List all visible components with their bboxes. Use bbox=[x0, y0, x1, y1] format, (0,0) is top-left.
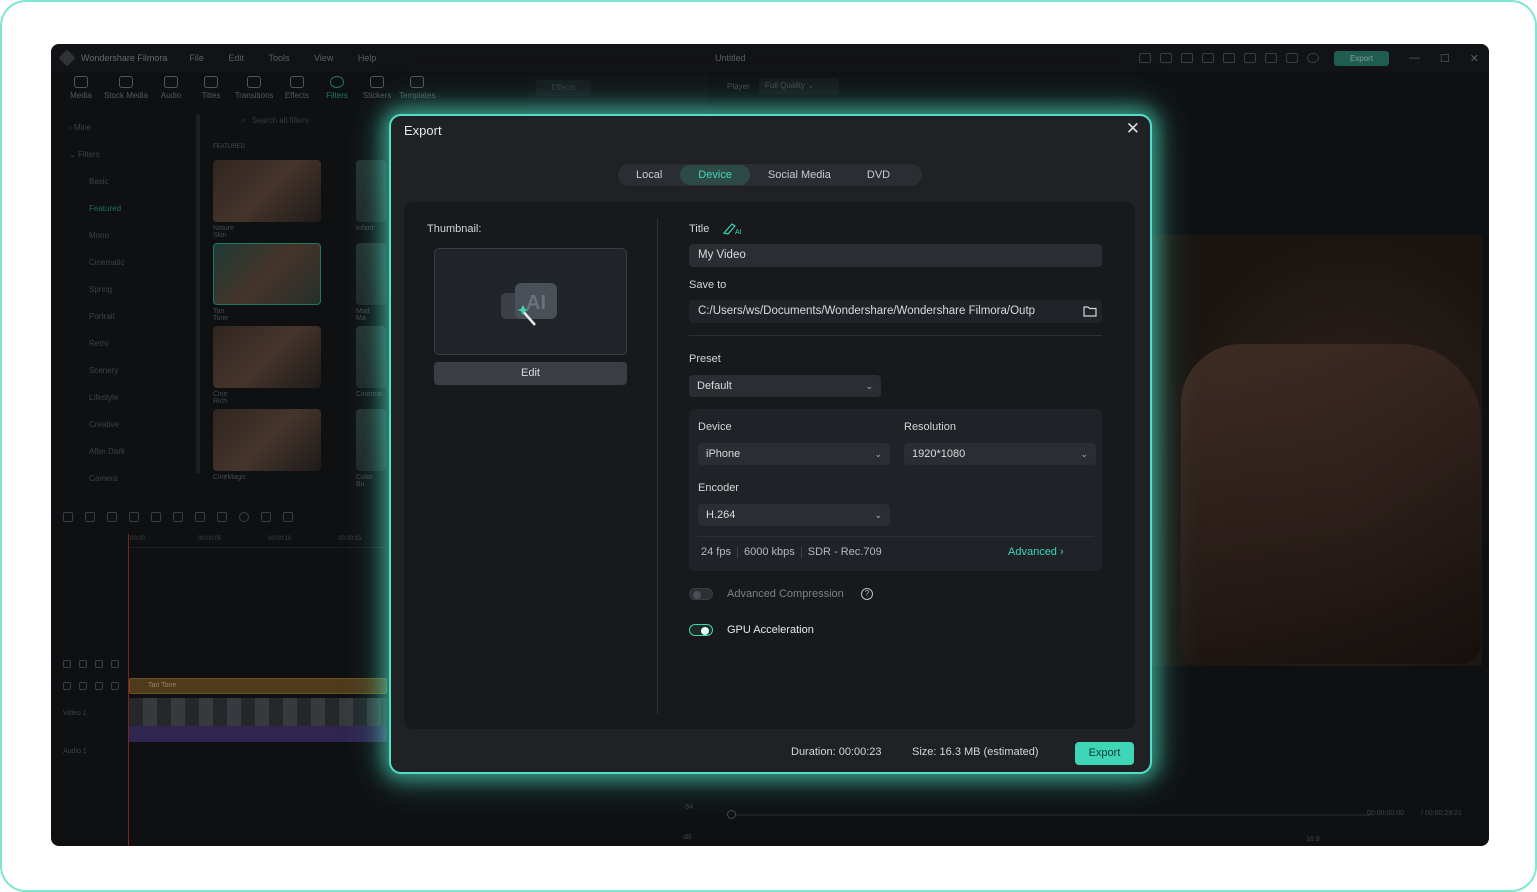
preset-select[interactable]: Default ⌄ bbox=[689, 375, 881, 397]
gpu-acceleration-toggle[interactable] bbox=[689, 624, 713, 636]
save-to-label: Save to bbox=[689, 279, 727, 291]
advanced-compression-label: Advanced Compression bbox=[727, 588, 844, 600]
specs-divider bbox=[697, 536, 1094, 537]
tab-local[interactable]: Local bbox=[618, 165, 680, 185]
chevron-down-icon: ⌄ bbox=[865, 381, 873, 391]
dialog-title: Export bbox=[404, 123, 442, 138]
color-space-value: SDR - Rec.709 bbox=[807, 546, 882, 558]
thumbnail-preview[interactable]: AI bbox=[434, 248, 627, 355]
tab-dvd[interactable]: DVD bbox=[849, 165, 908, 185]
resolution-select[interactable]: 1920*1080 ⌄ bbox=[904, 443, 1096, 465]
save-path-input[interactable]: C:/Users/ws/Documents/Wondershare/Wonder… bbox=[689, 300, 1102, 323]
duration-info: Duration: 00:00:23 bbox=[791, 746, 882, 758]
title-label: Title bbox=[689, 223, 710, 235]
device-select[interactable]: iPhone ⌄ bbox=[698, 443, 890, 465]
advanced-settings-link[interactable]: Advanced › bbox=[1008, 546, 1064, 558]
edit-thumbnail-button[interactable]: Edit bbox=[434, 362, 627, 385]
close-icon[interactable]: ✕ bbox=[1126, 119, 1140, 139]
tab-device[interactable]: Device bbox=[680, 165, 750, 185]
svg-text:AI: AI bbox=[735, 229, 742, 235]
device-label: Device bbox=[698, 421, 732, 433]
chevron-down-icon: ⌄ bbox=[874, 510, 882, 520]
export-tabs: Local Device Social Media DVD bbox=[618, 164, 922, 186]
fps-value: 24 fps bbox=[701, 546, 731, 558]
svg-text:AI: AI bbox=[526, 292, 546, 314]
folder-icon[interactable] bbox=[1083, 305, 1097, 317]
size-info: Size: 16.3 MB (estimated) bbox=[912, 746, 1039, 758]
tab-social-media[interactable]: Social Media bbox=[750, 165, 849, 185]
bitrate-value: 6000 kbps bbox=[743, 546, 795, 558]
section-divider bbox=[689, 335, 1102, 336]
device-settings-box: Device iPhone ⌄ Resolution 1920*1080 ⌄ E… bbox=[689, 409, 1102, 571]
encoder-label: Encoder bbox=[698, 482, 739, 494]
advanced-compression-toggle[interactable] bbox=[689, 588, 713, 600]
chevron-right-icon: › bbox=[1060, 546, 1064, 558]
chevron-down-icon: ⌄ bbox=[1080, 449, 1088, 459]
resolution-label: Resolution bbox=[904, 421, 956, 433]
export-dialog: Export ✕ Local Device Social Media DVD T… bbox=[389, 114, 1152, 774]
export-settings-panel: Thumbnail: AI Edit Title AI My Video Sav… bbox=[404, 202, 1135, 729]
gpu-acceleration-label: GPU Acceleration bbox=[727, 624, 814, 636]
ai-thumbnail-icon: AI bbox=[501, 283, 557, 326]
export-specs: 24 fps 6000 kbps SDR - Rec.709 bbox=[701, 546, 882, 558]
panel-divider bbox=[657, 218, 658, 714]
export-button[interactable]: Export bbox=[1075, 742, 1134, 765]
help-icon[interactable]: ? bbox=[861, 588, 873, 600]
ai-title-icon[interactable]: AI bbox=[722, 221, 742, 235]
encoder-select[interactable]: H.264 ⌄ bbox=[698, 504, 890, 526]
preset-label: Preset bbox=[689, 353, 721, 365]
title-input[interactable]: My Video bbox=[689, 244, 1102, 267]
chevron-down-icon: ⌄ bbox=[874, 449, 882, 459]
thumbnail-label: Thumbnail: bbox=[427, 223, 482, 235]
